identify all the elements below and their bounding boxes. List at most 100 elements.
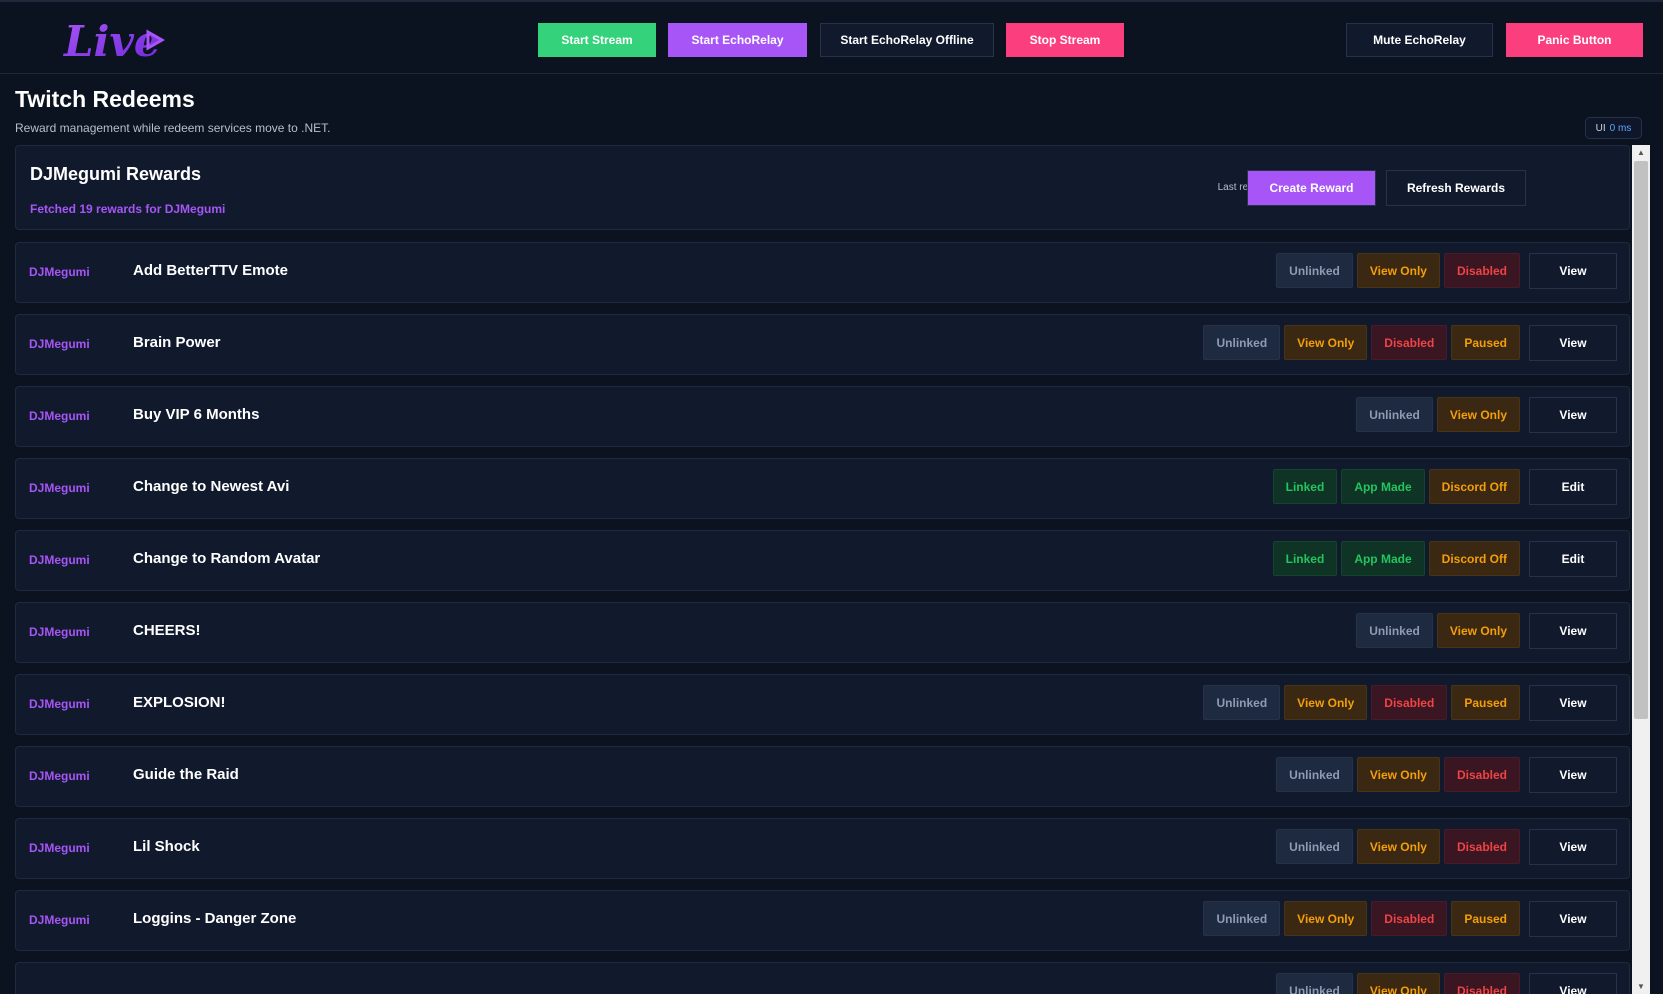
status-badge-linked: Linked xyxy=(1272,469,1338,504)
status-badge-unlinked: Unlinked xyxy=(1276,973,1353,994)
reward-name: Loggins - Danger Zone xyxy=(133,910,297,927)
reward-badges: Unlinked View Only Disabled xyxy=(1276,973,1520,994)
status-badge-linked: Linked xyxy=(1272,541,1338,576)
reward-owner: DJMegumi xyxy=(29,625,90,639)
reward-owner: DJMegumi xyxy=(29,553,90,567)
edit-button[interactable]: Edit xyxy=(1529,541,1617,577)
reward-name: Lil Shock xyxy=(133,838,200,855)
status-badge-app-made: App Made xyxy=(1341,541,1425,576)
fetch-status: Fetched 19 rewards for DJMegumi xyxy=(30,202,226,216)
reward-owner: DJMegumi xyxy=(29,913,90,927)
status-badge-view-only: View Only xyxy=(1356,973,1440,994)
scroll-thumb[interactable] xyxy=(1634,161,1648,719)
status-badge-unlinked: Unlinked xyxy=(1203,685,1281,720)
scroll-down-arrow-icon[interactable]: ▼ xyxy=(1632,979,1650,994)
status-badge-view-only: View Only xyxy=(1284,325,1368,360)
status-badge-unlinked: Unlinked xyxy=(1203,325,1281,360)
reward-owner: DJMegumi xyxy=(29,337,90,351)
reward-owner: DJMegumi xyxy=(29,481,90,495)
status-badge-disabled: Disabled xyxy=(1443,829,1520,864)
reward-row: DJMegumi Change to Newest Avi Linked App Ma… xyxy=(15,458,1630,519)
page-subtitle: Reward management while redeem services … xyxy=(15,121,331,135)
status-badge-paused: Paused xyxy=(1451,685,1520,720)
latency-value: 0 ms xyxy=(1609,122,1632,134)
status-badge-paused: Paused xyxy=(1451,325,1520,360)
mute-echorelay-button[interactable]: Mute EchoRelay xyxy=(1346,23,1493,57)
status-badge-view-only: View Only xyxy=(1356,757,1440,792)
reward-badges: Linked App Made Discord Off xyxy=(1272,541,1520,576)
panic-button-button[interactable]: Panic Button xyxy=(1506,23,1643,57)
rewards-panel-header: DJMegumi Rewards Fetched 19 rewards for … xyxy=(15,145,1630,230)
reward-badges: Unlinked View Only xyxy=(1356,613,1520,648)
reward-row: DJMegumi Buy VIP 6 Months Unlinked View Onl… xyxy=(15,386,1630,447)
start-echorelay-button[interactable]: Start EchoRelay xyxy=(668,23,807,57)
status-badge-unlinked: Unlinked xyxy=(1276,253,1353,288)
scroll-up-arrow-icon[interactable]: ▲ xyxy=(1632,145,1650,160)
view-button[interactable]: View xyxy=(1529,325,1617,361)
create-reward-button[interactable]: Create Reward xyxy=(1247,170,1376,206)
reward-badges: Unlinked View Only Disabled Paused xyxy=(1203,901,1520,936)
stop-stream-button[interactable]: Stop Stream xyxy=(1006,23,1124,57)
top-bar: Live Start Stream Start EchoRelay Start Ec… xyxy=(0,0,1663,74)
reward-row: DJMegumi EXPLOSION! Unlinked View Only Disab… xyxy=(15,674,1630,735)
reward-owner: DJMegumi xyxy=(29,265,90,279)
status-badge-discord-off: Discord Off xyxy=(1428,541,1520,576)
view-button[interactable]: View xyxy=(1529,397,1617,433)
reward-owner: DJMegumi xyxy=(29,409,90,423)
view-button[interactable]: View xyxy=(1529,757,1617,793)
reward-row: DJMegumi Add BetterTTV Emote Unlinked View … xyxy=(15,242,1630,303)
reward-row: DJMegumi Brain Power Unlinked View Only Disa… xyxy=(15,314,1630,375)
rewards-scroll-area[interactable]: DJMegumi Rewards Fetched 19 rewards for … xyxy=(15,145,1631,994)
view-button[interactable]: View xyxy=(1529,685,1617,721)
reward-badges: Linked App Made Discord Off xyxy=(1272,469,1520,504)
status-badge-disabled: Disabled xyxy=(1443,973,1520,994)
svg-text:Live: Live xyxy=(63,17,161,66)
reward-name: Guide the Raid xyxy=(133,766,239,783)
reward-row: DJMegumi Change to Random Avatar Linked App… xyxy=(15,530,1630,591)
status-badge-view-only: View Only xyxy=(1436,613,1520,648)
reward-name: EXPLOSION! xyxy=(133,694,226,711)
reward-badges: Unlinked View Only Disabled xyxy=(1276,829,1520,864)
latency-label: UI xyxy=(1595,122,1606,134)
reward-name: CHEERS! xyxy=(133,622,201,639)
reward-row: DJMegumi Loggins - Danger Zone Unlinked Vie… xyxy=(15,890,1630,951)
status-badge-disabled: Disabled xyxy=(1443,253,1520,288)
reward-row: DJMegumi CHEERS! Unlinked View Only View xyxy=(15,602,1630,663)
status-badge-paused: Paused xyxy=(1451,901,1520,936)
panel-title: DJMegumi Rewards xyxy=(30,164,202,184)
reward-row: DJMegumi Lil Shock Unlinked View Only Disabl… xyxy=(15,818,1630,879)
reward-owner: DJMegumi xyxy=(29,697,90,711)
status-badge-unlinked: Unlinked xyxy=(1203,901,1281,936)
live-logo: Live xyxy=(63,17,166,66)
view-button[interactable]: View xyxy=(1529,901,1617,937)
reward-row: DJMegumi Guide the Raid Unlinked View Only D… xyxy=(15,746,1630,807)
status-badge-disabled: Disabled xyxy=(1371,325,1448,360)
view-button[interactable]: View xyxy=(1529,829,1617,865)
reward-owner: DJMegumi xyxy=(29,841,90,855)
reward-badges: Unlinked View Only xyxy=(1356,397,1520,432)
reward-badges: Unlinked View Only Disabled xyxy=(1276,757,1520,792)
reward-row: Unlinked View Only Disabled View xyxy=(15,962,1630,994)
reward-owner: DJMegumi xyxy=(29,769,90,783)
status-badge-disabled: Disabled xyxy=(1443,757,1520,792)
start-stream-button[interactable]: Start Stream xyxy=(538,23,656,57)
status-badge-unlinked: Unlinked xyxy=(1276,829,1353,864)
status-badge-view-only: View Only xyxy=(1356,253,1440,288)
reward-name: Change to Random Avatar xyxy=(133,550,321,567)
reward-name: Brain Power xyxy=(133,334,221,351)
view-button[interactable]: View xyxy=(1529,253,1617,289)
status-badge-unlinked: Unlinked xyxy=(1276,757,1353,792)
page-scrollbar[interactable]: ▲ ▼ xyxy=(1632,145,1650,994)
refresh-rewards-button[interactable]: Refresh Rewards xyxy=(1386,170,1526,206)
reward-badges: Unlinked View Only Disabled Paused xyxy=(1203,325,1520,360)
status-badge-discord-off: Discord Off xyxy=(1428,469,1520,504)
status-badge-view-only: View Only xyxy=(1356,829,1440,864)
view-button[interactable]: View xyxy=(1529,613,1617,649)
status-badge-disabled: Disabled xyxy=(1371,901,1448,936)
ui-latency-badge: UI 0 ms xyxy=(1585,117,1642,139)
status-badge-view-only: View Only xyxy=(1284,685,1368,720)
start-echorelay-offline-button[interactable]: Start EchoRelay Offline xyxy=(820,23,994,57)
status-badge-view-only: View Only xyxy=(1284,901,1368,936)
edit-button[interactable]: Edit xyxy=(1529,469,1617,505)
view-button[interactable]: View xyxy=(1529,973,1617,994)
